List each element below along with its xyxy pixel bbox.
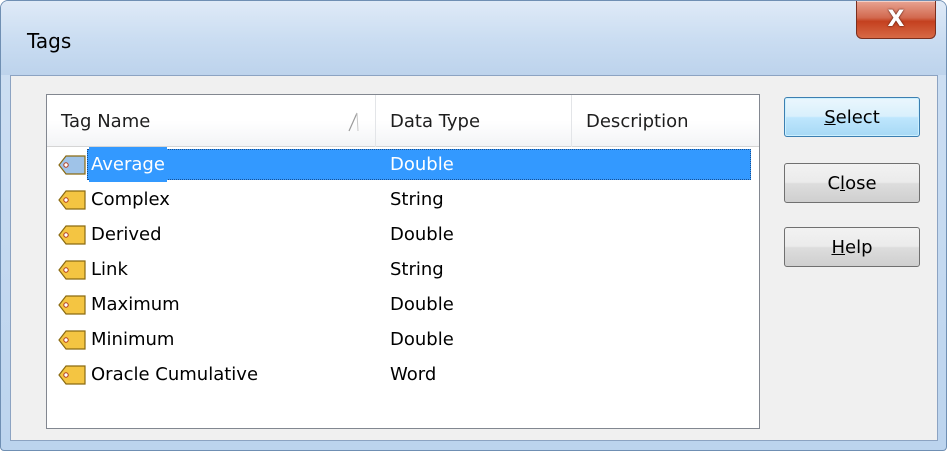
close-icon: X [887,6,905,32]
select-label-rest: elect [835,106,880,128]
table-row[interactable]: Average Double [47,147,759,182]
tag-name-cell: Average [89,147,167,182]
column-header-tag-name[interactable]: Tag Name [47,95,376,147]
tag-icon [57,154,87,176]
table-row[interactable]: Derived Double [47,217,759,252]
help-label-rest: elp [845,236,873,258]
table-row[interactable]: Oracle Cumulative Word [47,357,759,392]
close-label-pre: C [827,172,841,194]
select-button[interactable]: Select [784,97,920,137]
tag-name-cell: Oracle Cumulative [91,364,259,385]
dialog-client-area: Tag Name Data Type Description Average Do… [10,75,938,441]
tag-icon [57,329,87,351]
data-type-cell: Double [390,329,454,350]
tag-name-cell: Derived [91,224,162,245]
tag-name-cell: Link [91,259,128,280]
data-type-cell: String [390,259,444,280]
sort-ascending-icon [348,112,359,132]
data-type-cell: Double [390,224,454,245]
data-type-cell: String [390,189,444,210]
window-close-button[interactable]: X [856,1,936,39]
table-row[interactable]: Complex String [47,182,759,217]
tag-name-cell: Maximum [91,294,180,315]
window-title: Tags [27,29,72,53]
table-row[interactable]: Minimum Double [47,322,759,357]
column-header-label: Tag Name [61,110,151,132]
column-header-label: Data Type [390,110,481,132]
tags-list[interactable]: Tag Name Data Type Description Average Do… [46,94,760,429]
tag-name-cell: Complex [91,189,170,210]
data-type-cell: Double [390,154,454,175]
column-header-label: Description [586,110,689,132]
tag-icon [57,189,87,211]
tag-name-cell: Minimum [91,329,175,350]
table-row[interactable]: Link String [47,252,759,287]
close-label-rest: ose [845,172,877,194]
tags-dialog: Tags X Tag Name Data Type Description Av… [0,0,947,451]
list-header: Tag Name Data Type Description [47,95,759,147]
column-header-description[interactable]: Description [572,95,759,147]
title-bar[interactable]: Tags X [1,1,946,75]
close-button[interactable]: Cl ose [784,163,920,203]
help-mnemonic: H [831,236,846,258]
table-row[interactable]: Maximum Double [47,287,759,322]
help-button[interactable]: Help [784,227,920,267]
column-header-data-type[interactable]: Data Type [376,95,572,147]
data-type-cell: Word [390,364,437,385]
tag-icon [57,364,87,386]
tag-icon [57,224,87,246]
select-mnemonic: S [824,106,836,128]
data-type-cell: Double [390,294,454,315]
tag-icon [57,294,87,316]
tag-icon [57,259,87,281]
